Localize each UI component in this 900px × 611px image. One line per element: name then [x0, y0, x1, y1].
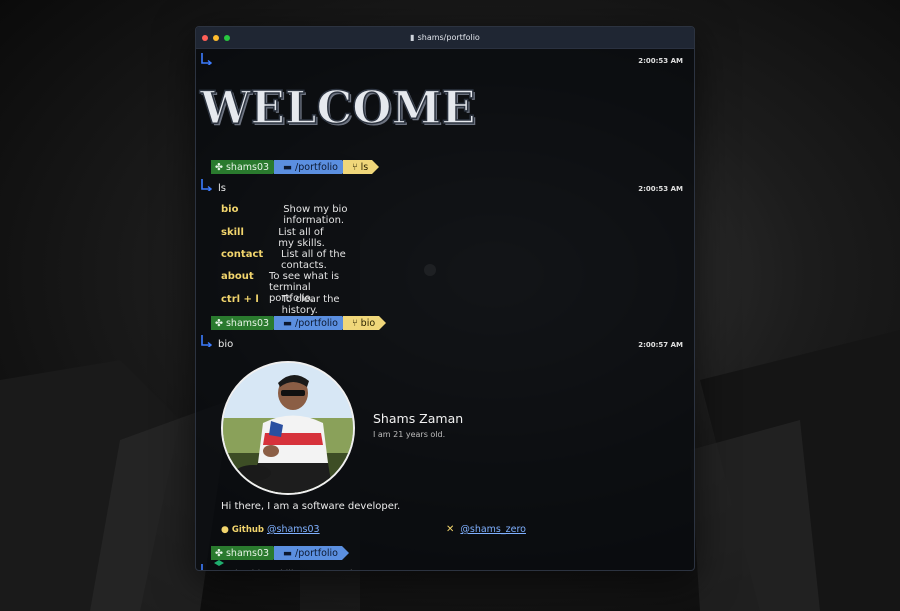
file-icon: ▮	[410, 33, 415, 42]
clover-icon: ✤	[215, 547, 223, 559]
command-text: ls	[218, 183, 226, 194]
terminal-content: 2:00:53 AM WELCOME ✤ shams03 ▬ /portfoli…	[196, 49, 694, 570]
folder-icon: ▬	[283, 547, 293, 559]
profile-photo	[223, 363, 353, 493]
list-item: contact List all of the contacts.	[221, 249, 346, 271]
prompt-bar: ✤ shams03 ▬ /portfolio ⑂ ls	[211, 160, 380, 174]
prompt-branch: ⑂ bio	[342, 316, 380, 330]
list-item: ctrl + l To clear the history.	[221, 294, 340, 316]
welcome-banner: WELCOME	[199, 80, 476, 135]
list-item: skill List all of my skills.	[221, 227, 325, 249]
x-icon: ✕	[446, 524, 455, 535]
spinner-icon	[214, 560, 224, 566]
line-corner-icon	[201, 179, 212, 191]
github-link-row: ● Github @shams03	[221, 524, 320, 535]
command-input[interactable]	[218, 569, 518, 570]
prompt-user: ✤ shams03	[211, 160, 274, 174]
prompt-bar: ✤ shams03 ▬ /portfolio	[211, 546, 349, 560]
list-item: bio Show my bio information.	[221, 204, 348, 226]
command-text: bio	[218, 339, 234, 350]
avatar	[221, 361, 355, 495]
timestamp: 2:00:53 AM	[638, 57, 683, 65]
profile-age: I am 21 years old.	[373, 430, 446, 439]
line-corner-icon	[201, 564, 212, 570]
github-icon: ●	[221, 524, 229, 535]
prompt-bar: ✤ shams03 ▬ /portfolio ⑂ bio	[211, 316, 387, 330]
line-corner-icon	[201, 335, 212, 347]
title-bar: ▮ shams/portfolio	[196, 27, 694, 49]
x-link[interactable]: @shams_zero	[460, 524, 526, 535]
github-link[interactable]: @shams03	[267, 524, 320, 535]
branch-icon: ⑂	[351, 161, 358, 173]
line-corner-icon	[201, 53, 212, 65]
prompt-path: ▬ /portfolio	[274, 546, 342, 560]
prompt-path: ▬ /portfolio	[274, 160, 342, 174]
prompt-user: ✤ shams03	[211, 316, 274, 330]
timestamp: 2:00:53 AM	[638, 185, 683, 193]
branch-icon: ⑂	[351, 317, 358, 329]
folder-icon: ▬	[283, 317, 293, 329]
terminal-window: ▮ shams/portfolio 2:00:53 AM WELCOME ✤ s…	[195, 26, 695, 571]
timestamp: 2:00:57 AM	[638, 341, 683, 349]
profile-name: Shams Zaman	[373, 411, 464, 426]
profile-intro: Hi there, I am a software developer.	[221, 501, 401, 512]
clover-icon: ✤	[215, 161, 223, 173]
prompt-branch: ⑂ ls	[342, 160, 373, 174]
prompt-user: ✤ shams03	[211, 546, 274, 560]
folder-icon: ▬	[283, 161, 293, 173]
window-title: ▮ shams/portfolio	[410, 33, 480, 42]
clover-icon: ✤	[215, 317, 223, 329]
prompt-path: ▬ /portfolio	[274, 316, 342, 330]
x-link-row: ✕ @shams_zero	[446, 524, 526, 535]
